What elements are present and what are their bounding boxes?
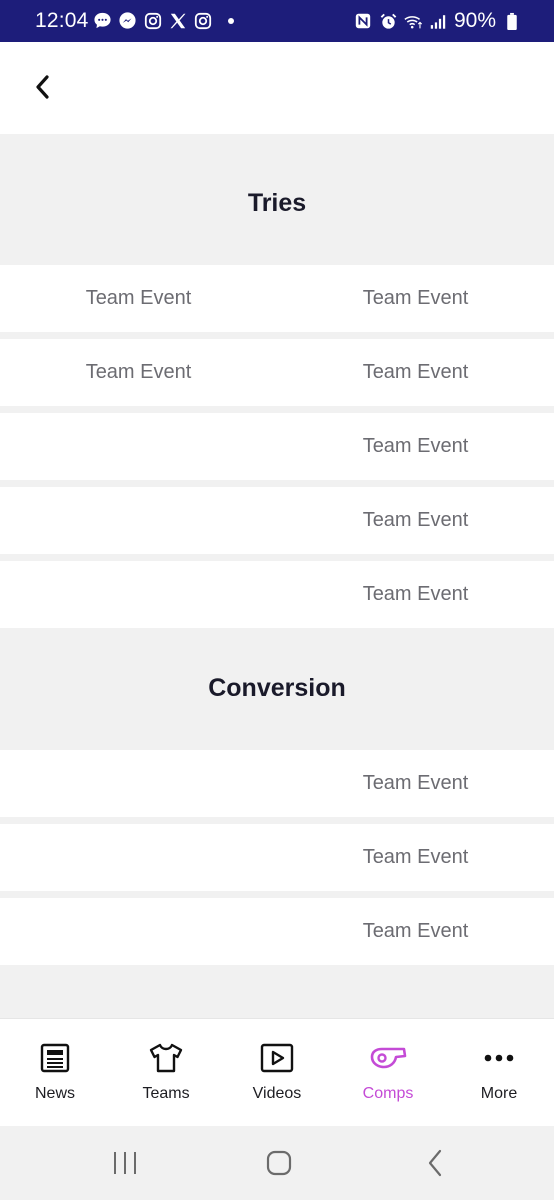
team-event-cell: Team Event (362, 583, 469, 605)
chevron-left-icon (36, 75, 49, 99)
section-title-tries: Tries (247, 189, 307, 217)
status-time: 12:04 (35, 9, 89, 32)
team-event-cell: Team Event (362, 435, 469, 457)
newspaper-icon (40, 1043, 70, 1073)
table-row: Team Event Team Event (0, 339, 554, 406)
team-event-cell: Team Event (85, 287, 192, 309)
alarm-icon (379, 12, 398, 31)
team-event-cell (0, 561, 277, 628)
nav-label-teams: Teams (142, 1085, 190, 1102)
home-button[interactable] (254, 1146, 304, 1180)
team-event-cell: Team Event (362, 846, 469, 868)
instagram-icon (143, 11, 162, 30)
wifi-icon (404, 12, 423, 31)
team-event-cell: Team Event (85, 361, 192, 383)
table-row: Team Event (0, 487, 554, 554)
chat-bubble-icon (93, 11, 112, 30)
system-navigation-bar (0, 1126, 554, 1200)
table-row: Team Event (0, 413, 554, 480)
bottom-navigation: News Teams Videos Comps More (0, 1018, 554, 1127)
recents-icon (114, 1152, 136, 1174)
instagram-icon (193, 11, 212, 30)
table-row: Team Event (0, 750, 554, 817)
signal-icon (429, 12, 448, 31)
team-event-cell (0, 413, 277, 480)
nav-label-comps: Comps (362, 1085, 414, 1102)
team-event-cell: Team Event (362, 772, 469, 794)
team-event-cell: Team Event (362, 509, 469, 531)
home-icon (266, 1150, 292, 1176)
notification-icons (93, 11, 234, 30)
nfc-icon (354, 12, 373, 31)
team-event-cell (0, 750, 277, 817)
system-status-icons: 90% (354, 9, 521, 33)
jersey-icon (149, 1043, 183, 1073)
nav-videos[interactable]: Videos (222, 1019, 332, 1127)
battery-icon (502, 12, 521, 31)
team-event-cell: Team Event (362, 920, 469, 942)
top-app-bar (0, 42, 554, 134)
play-icon (260, 1043, 294, 1073)
table-row: Team Event (0, 824, 554, 891)
back-icon (428, 1149, 442, 1177)
table-row: Team Event Team Event (0, 265, 554, 332)
more-notifications-dot (228, 17, 234, 24)
nav-label-more: More (480, 1085, 518, 1102)
section-title-conversion: Conversion (208, 674, 346, 702)
more-dots-icon (484, 1054, 514, 1062)
nav-more[interactable]: More (444, 1019, 554, 1127)
table-row: Team Event (0, 561, 554, 628)
team-event-cell: Team Event (362, 361, 469, 383)
table-row: Team Event (0, 898, 554, 965)
whistle-icon (370, 1047, 407, 1069)
nav-news[interactable]: News (0, 1019, 110, 1127)
team-event-cell (0, 824, 277, 891)
status-bar: 12:04 90% (0, 0, 554, 42)
battery-percentage: 90% (453, 9, 496, 32)
back-button[interactable] (28, 70, 58, 104)
recents-button[interactable] (100, 1146, 150, 1180)
nav-label-news: News (34, 1085, 75, 1102)
nav-label-videos: Videos (252, 1085, 302, 1102)
team-event-cell: Team Event (362, 287, 469, 309)
x-logo-icon (168, 11, 187, 30)
team-event-cell (0, 487, 277, 554)
nav-teams[interactable]: Teams (111, 1019, 221, 1127)
messenger-icon (118, 11, 137, 30)
team-event-cell (0, 898, 277, 965)
back-nav-button[interactable] (410, 1146, 460, 1180)
nav-comps[interactable]: Comps (333, 1019, 443, 1127)
